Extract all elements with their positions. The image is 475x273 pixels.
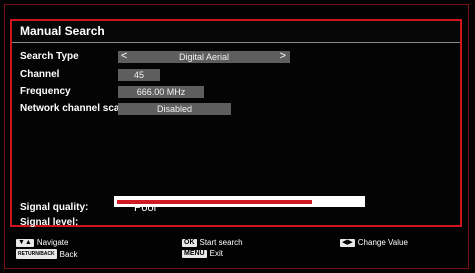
channel-field[interactable]: 45 (118, 69, 160, 81)
back-hint: RETURN/BACK Back (16, 249, 77, 259)
frequency-label: Frequency (20, 86, 71, 97)
exit-hint: MENU Exit (182, 249, 223, 258)
network-channel-scan-label: Network channel scan (20, 103, 126, 114)
dialog-title-bar: Manual Search (12, 21, 460, 43)
frequency-field[interactable]: 666.00 MHz (118, 86, 204, 98)
change-value-label: Change Value (357, 238, 408, 247)
navigate-label: Navigate (36, 238, 69, 247)
left-right-arrows-icon: ◀▶ (340, 238, 355, 247)
channel-value: 45 (133, 70, 144, 80)
back-label: Back (59, 249, 78, 259)
search-type-label: Search Type (20, 51, 79, 62)
ok-key-icon: OK (182, 238, 197, 247)
start-search-hint: OK Start search (182, 238, 243, 247)
return-back-key-icon: RETURN/BACK (16, 249, 57, 259)
search-type-value: Digital Aerial (178, 52, 230, 62)
frequency-value: 666.00 MHz (136, 87, 186, 97)
network-channel-scan-field[interactable]: Disabled (118, 103, 231, 115)
channel-label: Channel (20, 69, 60, 80)
signal-level-bar (114, 196, 365, 207)
navigate-hint: ▼▲ Navigate (16, 238, 68, 247)
footer-hints: ▼▲ Navigate RETURN/BACK Back OK Start se… (0, 230, 475, 273)
chevron-left-icon[interactable]: < (121, 51, 127, 63)
change-value-hint: ◀▶ Change Value (340, 238, 408, 247)
tv-screen: Manual Search Search Type < Digital Aeri… (0, 0, 475, 273)
chevron-right-icon[interactable]: > (280, 51, 286, 63)
network-channel-scan-value: Disabled (156, 104, 193, 114)
up-down-arrows-icon: ▼▲ (16, 238, 34, 247)
signal-level-label: Signal level: (20, 217, 79, 228)
signal-quality-label: Signal quality: (20, 202, 89, 213)
start-search-label: Start search (199, 238, 243, 247)
dialog-title: Manual Search (20, 24, 105, 38)
exit-label: Exit (209, 249, 223, 258)
menu-key-icon: MENU (182, 249, 207, 258)
signal-level-fill (117, 200, 312, 204)
search-type-selector[interactable]: < Digital Aerial > (118, 51, 290, 63)
